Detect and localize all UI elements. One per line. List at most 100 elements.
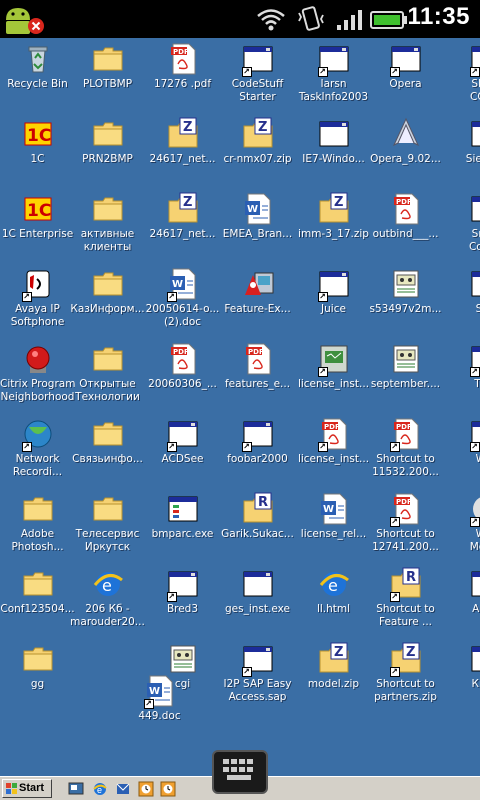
onec-icon: 1C: [21, 192, 55, 226]
desktop-icon-license-inst[interactable]: ↗ license_inst...: [296, 342, 371, 414]
quicklaunch-show-desktop-icon[interactable]: [68, 781, 84, 797]
exe-icon: [469, 642, 480, 676]
folder-icon: [21, 492, 55, 526]
desktop-icon-license-rel[interactable]: Wlicense_rel...: [296, 492, 371, 564]
svg-text:Z: Z: [334, 195, 343, 210]
desktop-icon-label: license_rel...: [300, 528, 367, 540]
desktop-icon-1c-enterprise[interactable]: 1C 1C Enterprise: [0, 192, 75, 264]
desktop-icon-i2p-sap-easy-access-sap[interactable]: ↗ I2P SAP Easy Access.sap: [220, 642, 295, 714]
desktop-icon-label: Shortcut to partners.zip: [374, 678, 437, 703]
desktop-icon-ges-inst-exe[interactable]: ges_inst.exe: [220, 567, 295, 639]
desktop-icon-17276-pdf[interactable]: PDF 17276 .pdf: [145, 42, 220, 114]
desktop-icon-foobar2000[interactable]: ↗ foobar2000: [220, 417, 295, 489]
pdf-icon: PDF: [241, 342, 275, 376]
desktop-icon-ie7-windo[interactable]: IE7-Windo...: [296, 117, 371, 189]
zip-icon: Z: [241, 117, 275, 151]
vibrate-icon: [298, 6, 324, 31]
desktop-icon-turb[interactable]: ↗Turb: [448, 342, 480, 414]
svg-text:1C: 1C: [27, 126, 51, 146]
desktop-icon-feature-ex[interactable]: Feature-Ex...: [220, 267, 295, 339]
quicklaunch-outlook-icon[interactable]: [115, 781, 131, 797]
svg-text:W: W: [172, 279, 183, 290]
svg-text:e: e: [102, 576, 112, 595]
desktop-icon-adobe-photosh[interactable]: Adobe Photosh...: [0, 492, 75, 564]
quicklaunch-clock2-icon[interactable]: [160, 781, 176, 797]
desktop-icon-20060306[interactable]: PDF 20060306_...: [145, 342, 220, 414]
desktop-icon-открытые-технологии[interactable]: Открытые Технологии: [70, 342, 145, 414]
desktop-icon-449-doc[interactable]: W ↗ 449.doc: [122, 674, 197, 746]
desktop-icon-smar-conve[interactable]: Smar Conve: [448, 192, 480, 264]
desktop[interactable]: Recycle Bin 1C 1C 1C 1C Enterprise ↗ Avaya IP …: [0, 38, 480, 776]
desktop-icon-codestuff-starter[interactable]: ↗ CodeStuff Starter: [220, 42, 295, 114]
android-notification-icon[interactable]: [2, 4, 46, 36]
desktop-icon-телесервис-иркутск[interactable]: Телесервис Иркутск: [70, 492, 145, 564]
desktop-icon-gg[interactable]: gg: [0, 642, 75, 714]
desktop-icon-label: 20050614-o... (2).doc: [145, 303, 220, 328]
exe-icon: [469, 117, 480, 151]
desktop-icon-acdsee[interactable]: ↗ ACDSee: [145, 417, 220, 489]
desktop-icon-recycle-bin[interactable]: Recycle Bin: [0, 42, 75, 114]
desktop-icon-model-zip[interactable]: Zmodel.zip: [296, 642, 371, 714]
quicklaunch-clock-icon[interactable]: [138, 781, 154, 797]
desktop-icon-shortcut-to-11532-200[interactable]: PDF ↗ Shortcut to 11532.200...: [368, 417, 443, 489]
desktop-icon-1c[interactable]: 1C 1C: [0, 117, 75, 189]
desktop-icon-juice[interactable]: ↗ Juice: [296, 267, 371, 339]
desktop-icon-книп[interactable]: Книп: [448, 642, 480, 714]
keyboard-button[interactable]: [212, 750, 268, 794]
pdf-icon: PDF: [166, 42, 200, 76]
desktop-icon-short-copm[interactable]: ↗Short COPM: [448, 42, 480, 114]
desktop-icon-imm-3-17-zip[interactable]: Zimm-3_17.zip: [296, 192, 371, 264]
desktop-icon-avaya-ip-softphone[interactable]: ↗ Avaya IP Softphone: [0, 267, 75, 339]
desktop-icon-206-кб-marouder20[interactable]: e 206 Кб - marouder20...: [70, 567, 145, 639]
desktop-icon-shortcut-to-feature[interactable]: R ↗ Shortcut to Feature ...: [368, 567, 443, 639]
desktop-icon-24617-net[interactable]: Z 24617_net...: [145, 117, 220, 189]
exe-icon: [241, 567, 275, 601]
desktop-icon-license-inst[interactable]: PDF ↗ license_inst...: [296, 417, 371, 489]
exe-icon: ↗: [241, 417, 275, 452]
desktop-icon-conf123504[interactable]: Conf123504...: [0, 567, 75, 639]
clock: 11:35: [407, 3, 470, 30]
start-label: Start: [19, 782, 45, 794]
desktop-icon-bred3[interactable]: ↗ Bred3: [145, 567, 220, 639]
desktop-icon-opera[interactable]: ↗ Opera: [368, 42, 443, 114]
desktop-icon-network-recordi[interactable]: ↗ Network Recordi...: [0, 417, 75, 489]
svg-text:W: W: [149, 686, 160, 697]
desktop-icon-plotbmp[interactable]: PLOTBMP: [70, 42, 145, 114]
exe-icon: ↗: [241, 42, 275, 77]
desktop-icon-citrix-program-neighborhood[interactable]: Citrix Program Neighborhood: [0, 342, 75, 414]
desktop-icon-label: Avaya IP Softphone: [10, 303, 65, 328]
desktop-icon-prn2bmp[interactable]: PRN2BMP: [70, 117, 145, 189]
desktop-icon-outbind[interactable]: PDF outbind___...: [368, 192, 443, 264]
desktop-icon-opera-9-02[interactable]: Opera_9.02...: [368, 117, 443, 189]
desktop-icon-label: 24617_net...: [149, 153, 216, 165]
start-button[interactable]: Start: [2, 779, 52, 798]
svg-text:e: e: [97, 785, 102, 795]
desktop-icon-iarsn-taskinfo2003[interactable]: ↗ Iarsn TaskInfo2003: [296, 42, 371, 114]
desktop-icon-cr-nmx07-zip[interactable]: Zcr-nmx07.zip: [220, 117, 295, 189]
svg-text:PDF: PDF: [173, 348, 189, 356]
desktop-icon-20050614-o-2-doc[interactable]: W ↗ 20050614-o... (2).doc: [145, 267, 220, 339]
desktop-icon-label: Sop: [475, 303, 480, 315]
svg-text:PDF: PDF: [324, 423, 340, 431]
desktop-icon-активные-клиенты[interactable]: активные клиенты: [70, 192, 145, 264]
desktop-icon-казинформ[interactable]: КазИнформ...: [70, 267, 145, 339]
desktop-icon-shortcut-to-partners-zip[interactable]: Z ↗ Shortcut to partners.zip: [368, 642, 443, 714]
desktop-icon-win-media[interactable]: ↗Win Media: [448, 492, 480, 564]
desktop-icon-связьинфо[interactable]: Связьинфо...: [70, 417, 145, 489]
desktop-icon-september[interactable]: september....: [368, 342, 443, 414]
quicklaunch-ie-icon[interactable]: e: [92, 781, 108, 797]
desktop-icon-s53497v2m[interactable]: s53497v2m...: [368, 267, 443, 339]
desktop-icon-win[interactable]: ↗Win: [448, 417, 480, 489]
desktop-icon-garik-sukac[interactable]: R Garik.Sukac...: [220, 492, 295, 564]
desktop-icon-siemen[interactable]: Siemen: [448, 117, 480, 189]
desktop-icon-24617-net[interactable]: Z 24617_net...: [145, 192, 220, 264]
desktop-icon-shortcut-to-12741-200[interactable]: PDF ↗ Shortcut to 12741.200...: [368, 492, 443, 564]
desktop-icon-sop[interactable]: Sop: [448, 267, 480, 339]
desktop-icon-анке[interactable]: Анке: [448, 567, 480, 639]
desktop-icon-features-e[interactable]: PDF features_e...: [220, 342, 295, 414]
desktop-icon-ll-html[interactable]: e ll.html: [296, 567, 371, 639]
opera-icon: [389, 117, 423, 151]
desktop-icon-emea-bran[interactable]: W EMEA_Bran...: [220, 192, 295, 264]
doc-icon: W: [241, 192, 275, 226]
desktop-icon-bmparc-exe[interactable]: bmparc.exe: [145, 492, 220, 564]
